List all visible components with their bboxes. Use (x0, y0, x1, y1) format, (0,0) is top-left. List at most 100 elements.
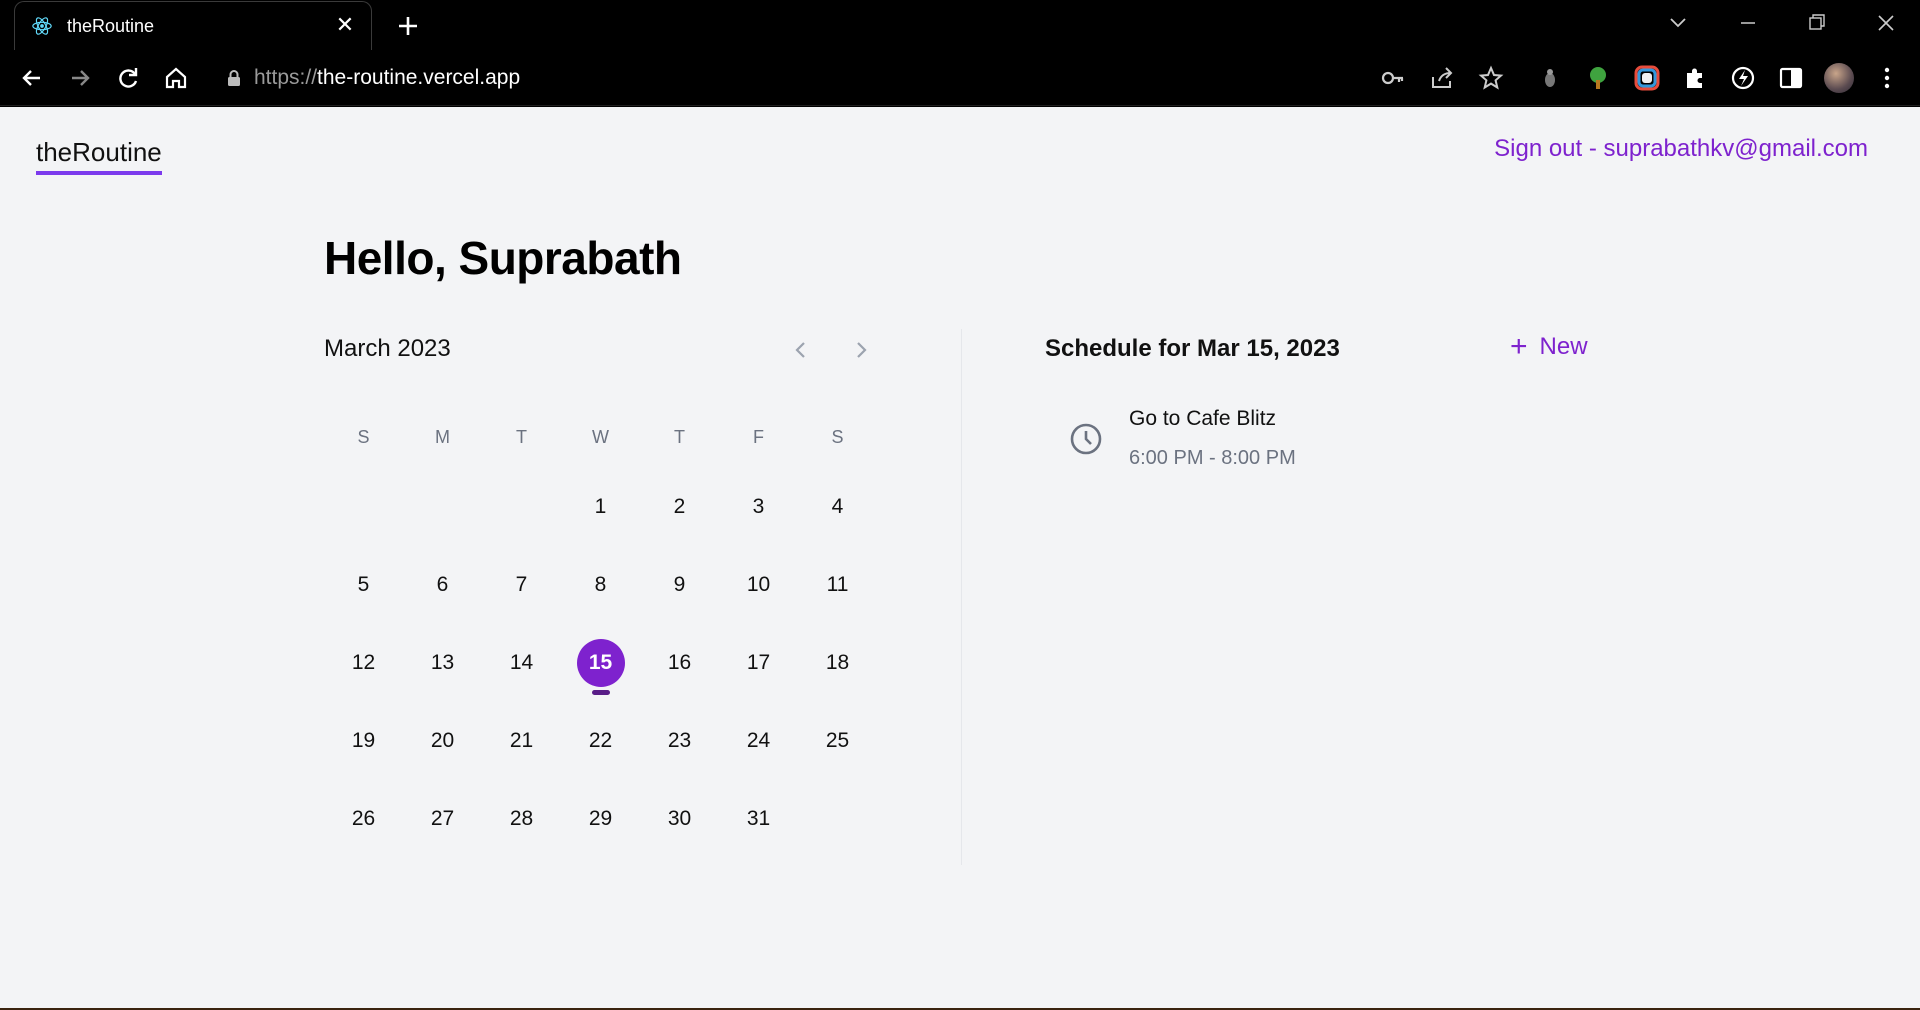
lock-icon[interactable] (226, 69, 242, 87)
calendar-day-number: 6 (436, 573, 449, 596)
calendar-day[interactable]: 11 (798, 555, 877, 633)
new-tab-icon[interactable] (392, 10, 424, 42)
calendar-grid: S M T W T F S 1 2 3 4 5 6 7 8 9 10 11 12 13 14 15 16 17 1… (324, 427, 876, 867)
new-event-button[interactable]: + New (1510, 330, 1588, 363)
side-panel-icon[interactable] (1778, 65, 1804, 91)
calendar-day[interactable]: 29 (561, 789, 640, 867)
back-icon[interactable] (16, 62, 48, 94)
calendar-day[interactable]: 18 (798, 633, 877, 711)
calendar-day-number: 25 (825, 729, 850, 752)
extension-color-icon[interactable] (1634, 65, 1660, 91)
calendar-day[interactable]: 1 (561, 477, 640, 555)
calendar-day-number: 7 (515, 573, 528, 596)
calendar-day-number: 5 (357, 573, 370, 596)
calendar-days: 1 2 3 4 5 6 7 8 9 10 11 12 13 14 15 16 17 18 19 20 21 22 23 24 2… (324, 477, 876, 867)
calendar-day[interactable]: 14 (482, 633, 561, 711)
calendar-day[interactable]: 13 (403, 633, 482, 711)
calendar-day[interactable]: 25 (798, 711, 877, 789)
calendar-blank (324, 477, 403, 555)
calendar-day-number: 9 (673, 573, 686, 596)
minimize-icon[interactable] (1726, 6, 1770, 40)
calendar-day-number: 21 (509, 729, 534, 752)
extensions-puzzle-icon[interactable] (1682, 65, 1708, 91)
extension-tree-icon[interactable] (1585, 65, 1611, 91)
address-bar[interactable]: https://the-routine.vercel.app (226, 64, 520, 92)
close-window-icon[interactable] (1864, 6, 1908, 40)
signout-link[interactable]: Sign out - suprabathkv@gmail.com (1494, 135, 1868, 163)
calendar-day-number: 22 (588, 729, 613, 752)
calendar-day-number: 29 (588, 807, 613, 830)
forward-icon[interactable] (64, 62, 96, 94)
calendar-day[interactable]: 28 (482, 789, 561, 867)
calendar-day-number: 18 (825, 651, 850, 674)
calendar-day[interactable]: 27 (403, 789, 482, 867)
weekday-label: S (831, 427, 844, 447)
calendar-day[interactable]: 4 (798, 477, 877, 555)
calendar-day-number: 11 (826, 573, 849, 596)
schedule-title: Schedule for Mar 15, 2023 (1045, 335, 1340, 362)
calendar-day[interactable]: 5 (324, 555, 403, 633)
calendar-day[interactable]: 17 (719, 633, 798, 711)
extension-bolt-icon[interactable] (1730, 65, 1756, 91)
restore-icon[interactable] (1794, 6, 1838, 40)
menu-kebab-icon[interactable] (1874, 65, 1900, 91)
url-text: https://the-routine.vercel.app (254, 66, 521, 89)
chevron-left-icon[interactable] (786, 335, 816, 365)
calendar-day[interactable]: 6 (403, 555, 482, 633)
calendar-day[interactable]: 2 (640, 477, 719, 555)
share-icon[interactable] (1429, 65, 1455, 91)
calendar-day-number: 8 (594, 573, 607, 596)
calendar-day[interactable]: 16 (640, 633, 719, 711)
home-icon[interactable] (160, 62, 192, 94)
weekday-label: T (674, 427, 685, 447)
calendar-day[interactable]: 30 (640, 789, 719, 867)
clock-icon (1070, 423, 1102, 455)
calendar-day-number: 10 (746, 573, 771, 596)
brand-logo-link[interactable]: theRoutine (36, 137, 162, 175)
calendar-day[interactable]: 20 (403, 711, 482, 789)
calendar-day-selected[interactable]: 15 (561, 633, 640, 711)
calendar-day-number: 24 (746, 729, 771, 752)
weekday-header: S M T W T F S (324, 427, 876, 457)
chevron-right-icon[interactable] (846, 335, 876, 365)
calendar-day-number: 13 (430, 651, 455, 674)
bookmark-star-icon[interactable] (1478, 65, 1504, 91)
calendar-day[interactable]: 10 (719, 555, 798, 633)
event-time: 6:00 PM - 8:00 PM (1129, 447, 1296, 469)
calendar-day-number: 28 (509, 807, 534, 830)
event-indicator (591, 690, 610, 695)
reload-icon[interactable] (112, 62, 144, 94)
calendar-day[interactable]: 9 (640, 555, 719, 633)
calendar-day-number: 16 (667, 651, 692, 674)
extension-bug-icon[interactable] (1537, 65, 1563, 91)
schedule-event[interactable]: Go to Cafe Blitz 6:00 PM - 8:00 PM (1068, 407, 1588, 487)
calendar-day-number: 23 (667, 729, 692, 752)
calendar-day[interactable]: 26 (324, 789, 403, 867)
plus-icon: + (1510, 330, 1528, 363)
calendar-day-number: 15 (576, 639, 625, 687)
greeting-heading: Hello, Suprabath (324, 232, 682, 284)
new-event-label: New (1539, 333, 1588, 360)
calendar-day[interactable]: 21 (482, 711, 561, 789)
calendar-day-number: 31 (746, 807, 771, 830)
calendar-day[interactable]: 3 (719, 477, 798, 555)
calendar-day[interactable]: 7 (482, 555, 561, 633)
calendar-day[interactable]: 8 (561, 555, 640, 633)
react-icon (32, 17, 52, 35)
key-icon[interactable] (1380, 65, 1406, 91)
calendar-day[interactable]: 24 (719, 711, 798, 789)
weekday-label: M (435, 427, 450, 447)
calendar-day[interactable]: 19 (324, 711, 403, 789)
calendar-day-number: 26 (351, 807, 376, 830)
tab-title: theRoutine (67, 16, 155, 36)
month-label: March 2023 (324, 335, 451, 362)
browser-tab[interactable]: theRoutine ✕ (14, 1, 372, 50)
calendar-day[interactable]: 23 (640, 711, 719, 789)
tab-search-icon[interactable] (1656, 6, 1700, 40)
close-tab-icon[interactable]: ✕ (331, 11, 359, 39)
calendar-day[interactable]: 22 (561, 711, 640, 789)
calendar-day[interactable]: 12 (324, 633, 403, 711)
profile-avatar[interactable] (1824, 63, 1854, 93)
weekday-label: F (753, 427, 764, 447)
calendar-day[interactable]: 31 (719, 789, 798, 867)
